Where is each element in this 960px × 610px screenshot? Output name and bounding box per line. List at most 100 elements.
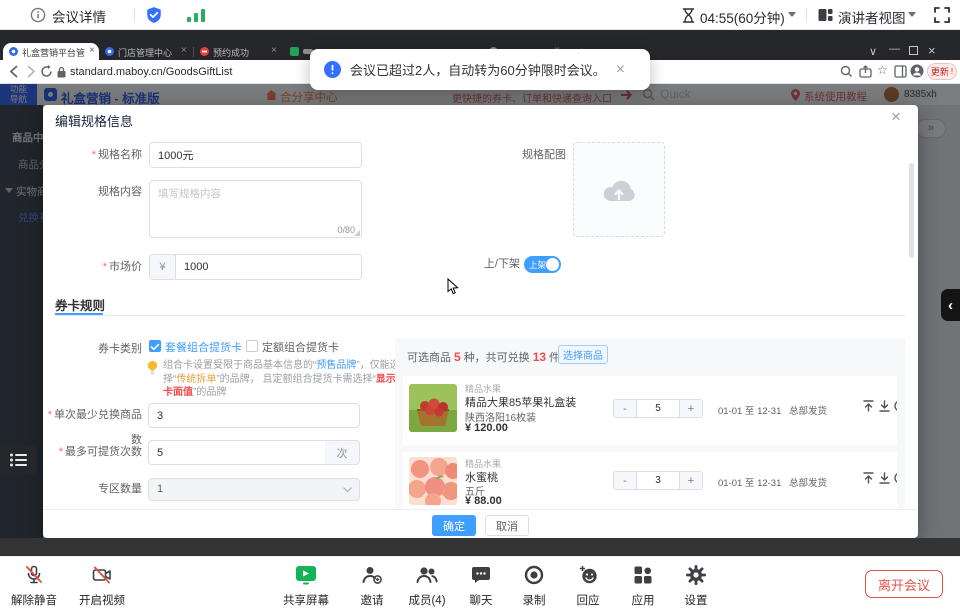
spec-image-label: 规格配图 bbox=[463, 142, 566, 168]
tab-active-underline bbox=[55, 313, 103, 315]
members-icon bbox=[416, 565, 438, 585]
share-screen-icon bbox=[295, 565, 317, 585]
cloud-upload-icon bbox=[601, 176, 637, 203]
settings-button[interactable]: 设置 bbox=[668, 565, 724, 608]
meeting-detail-link[interactable]: 会议详情 bbox=[52, 6, 106, 26]
chrome-update-button[interactable]: 更新 ! bbox=[927, 63, 957, 80]
start-video-button[interactable]: 开启视频 bbox=[74, 565, 130, 608]
chat-icon bbox=[471, 565, 491, 585]
move-to-top-icon[interactable] bbox=[863, 400, 874, 412]
share-icon[interactable] bbox=[859, 65, 872, 78]
tab-close-icon[interactable]: × bbox=[271, 46, 277, 56]
view-dropdown-icon[interactable] bbox=[908, 12, 916, 17]
product-date-range: 01-01 至 12-31 bbox=[718, 403, 781, 417]
record-button[interactable]: 录制 bbox=[506, 565, 562, 608]
screen-bottom-band bbox=[0, 538, 960, 556]
lightbulb-icon bbox=[147, 361, 158, 375]
checkbox-checked[interactable] bbox=[149, 340, 161, 352]
edit-spec-modal: 编辑规格信息 × *规格名称 规格内容 填写规格内容 0/80 *市场价 ¥ 规… bbox=[43, 105, 918, 538]
stepper-plus-button[interactable]: + bbox=[680, 472, 702, 489]
resize-handle-icon[interactable] bbox=[354, 230, 360, 236]
checkbox-unchecked[interactable] bbox=[246, 340, 258, 352]
unmute-button[interactable]: 解除静音 bbox=[6, 565, 62, 608]
max-times-input[interactable] bbox=[148, 440, 326, 465]
tab-search-icon[interactable]: ∨ bbox=[869, 45, 877, 58]
price-input[interactable] bbox=[176, 255, 361, 279]
image-upload-box[interactable] bbox=[573, 142, 665, 237]
tab-favicon bbox=[105, 47, 114, 56]
tab-title: 礼盒营销平台管理中心 bbox=[22, 46, 85, 59]
confirm-button[interactable]: 确定 bbox=[432, 515, 476, 536]
forward-icon[interactable] bbox=[24, 65, 37, 78]
zoom-glass-icon[interactable] bbox=[840, 65, 853, 78]
move-to-bottom-icon[interactable] bbox=[879, 400, 890, 412]
tab-favicon bbox=[9, 47, 18, 56]
members-button[interactable]: 成员(4) bbox=[399, 565, 455, 608]
security-shield-icon[interactable] bbox=[145, 6, 163, 24]
apps-button[interactable]: 应用 bbox=[615, 565, 671, 608]
modal-scrollbar[interactable] bbox=[909, 163, 914, 258]
info-icon[interactable] bbox=[30, 7, 46, 23]
min-items-input[interactable] bbox=[148, 403, 360, 428]
share-screen-button[interactable]: 共享屏幕 bbox=[278, 565, 334, 608]
back-icon[interactable] bbox=[8, 65, 21, 78]
modal-close-icon[interactable]: × bbox=[891, 107, 901, 127]
check-icon bbox=[149, 341, 161, 353]
tab-close-icon[interactable]: × bbox=[181, 46, 187, 56]
refresh-icon[interactable] bbox=[40, 65, 53, 78]
clock-icon[interactable] bbox=[894, 400, 897, 412]
browser-tab-active[interactable]: 礼盒营销平台管理中心 × bbox=[3, 43, 99, 60]
card-type-tip: 组合卡设置受限于商品基本信息的“预售品牌”，仅能选择“传统拆单”的品牌， 且定额… bbox=[163, 359, 413, 400]
zone-count-select[interactable]: 1 bbox=[148, 478, 360, 501]
stepper-minus-button[interactable]: - bbox=[614, 472, 636, 489]
toast-close-icon[interactable]: × bbox=[616, 61, 625, 79]
tab-card-rules[interactable]: 券卡规则 bbox=[55, 295, 105, 314]
tab-divider bbox=[55, 315, 905, 316]
view-mode-selector[interactable]: 演讲者视图 bbox=[838, 7, 906, 27]
move-to-top-icon[interactable] bbox=[863, 472, 874, 484]
cancel-button[interactable]: 取消 bbox=[485, 515, 529, 536]
apps-grid-icon bbox=[633, 565, 653, 585]
product-date-range: 01-01 至 12-31 bbox=[718, 475, 781, 489]
shelf-toggle[interactable]: 上架 bbox=[524, 256, 561, 273]
timer-dropdown-icon[interactable] bbox=[788, 12, 796, 17]
product-image-apples bbox=[409, 384, 457, 432]
bookmark-star-icon[interactable]: ☆ bbox=[877, 63, 888, 77]
clock-icon[interactable] bbox=[894, 472, 897, 484]
invite-button[interactable]: 邀请 bbox=[344, 565, 400, 608]
side-panel-icon[interactable] bbox=[894, 65, 907, 78]
network-signal-icon[interactable] bbox=[186, 8, 208, 23]
required-mark: * bbox=[103, 261, 107, 273]
spec-content-placeholder: 填写规格内容 bbox=[158, 188, 221, 200]
select-goods-button[interactable]: 选择商品 bbox=[558, 345, 608, 364]
url-text[interactable]: standard.maboy.cn/GoodsGiftList bbox=[70, 66, 320, 78]
profile-avatar-icon[interactable] bbox=[910, 64, 924, 78]
stepper-value[interactable]: 5 bbox=[636, 400, 680, 417]
move-to-bottom-icon[interactable] bbox=[879, 472, 890, 484]
hourglass-icon bbox=[682, 8, 695, 23]
card-type-option-2[interactable]: 定额组合提货卡 bbox=[262, 339, 339, 355]
side-panel-handle[interactable]: ‹ bbox=[941, 289, 960, 321]
divider bbox=[806, 8, 807, 22]
browser-tab[interactable]: 预约成功 × bbox=[195, 43, 283, 60]
stepper-minus-button[interactable]: - bbox=[614, 400, 636, 417]
leave-meeting-button[interactable]: 离开会议 bbox=[865, 570, 943, 598]
floating-list-widget[interactable] bbox=[0, 445, 37, 475]
required-mark: * bbox=[59, 446, 63, 458]
reactions-button[interactable]: 回应 bbox=[560, 565, 616, 608]
stepper-plus-button[interactable]: + bbox=[680, 400, 702, 417]
card-type-option-1[interactable]: 套餐组合提货卡 bbox=[165, 339, 242, 355]
chat-button[interactable]: 聊天 bbox=[453, 565, 509, 608]
browser-tab[interactable]: 门店管理中心 × bbox=[100, 43, 192, 60]
window-close-icon[interactable]: × bbox=[928, 43, 936, 58]
view-layout-icon bbox=[818, 8, 833, 22]
update-mark: ! bbox=[951, 67, 953, 76]
card-type-label: 券卡类别 bbox=[63, 340, 142, 356]
tab-close-icon[interactable]: × bbox=[89, 46, 95, 56]
window-minimize-icon[interactable]: — bbox=[889, 43, 900, 55]
window-maximize-icon[interactable] bbox=[909, 46, 918, 55]
spec-name-input[interactable] bbox=[149, 142, 362, 168]
fullscreen-icon[interactable] bbox=[934, 7, 950, 23]
spec-content-textarea[interactable]: 填写规格内容 0/80 bbox=[149, 180, 362, 238]
stepper-value[interactable]: 3 bbox=[636, 472, 680, 489]
